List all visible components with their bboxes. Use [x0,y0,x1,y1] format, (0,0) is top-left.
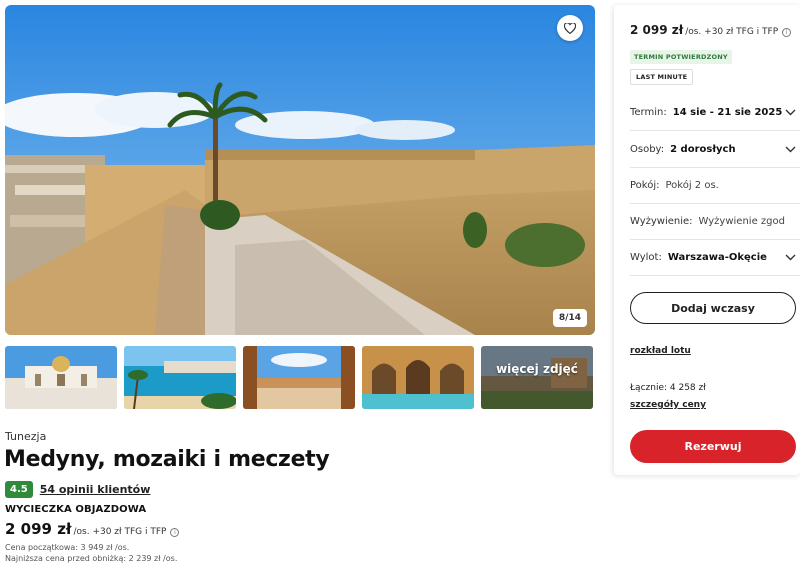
lowest-price-note: Najniższa cena przed obniżką: 2 239 zł /… [5,554,178,563]
reviews-link[interactable]: 54 opinii klientów [40,483,151,496]
price-value: 2 099 zł [5,520,72,538]
term-select[interactable]: Termin: 14 sie - 21 sie 2025 [630,95,800,131]
thumbnail-beach[interactable] [124,346,236,409]
fortress-photo [5,5,595,335]
departure-label: Wylot: [630,252,662,263]
persons-select[interactable]: Osoby: 2 dorosłych [630,132,800,168]
persons-value: 2 dorosłych [670,144,736,155]
country-label: Tunezja [5,430,47,443]
term-label: Termin: [630,107,667,118]
term-value: 14 sie - 21 sie 2025 [672,107,783,118]
chevron-down-icon [785,108,796,119]
main-photo[interactable]: 8/14 [5,5,595,335]
thumbnail-more-photos[interactable]: więcej zdjęć [481,346,593,409]
price-details-link[interactable]: szczegóły ceny [630,400,706,410]
heart-icon [564,22,576,34]
departure-value: Warszawa-Okęcie [667,252,767,263]
persons-label: Osoby: [630,144,665,155]
panel-price-suffix: /os. +30 zł TFG i TFP [685,27,779,37]
page-title: Medyny, mozaiki i meczety [4,447,330,472]
reserve-button[interactable]: Rezerwuj [630,430,796,463]
confirmed-badge: TERMIN POTWIERDZONY [630,50,732,64]
booking-panel: 2 099 zł /os. +30 zł TFG i TFP i TERMIN … [614,5,800,475]
panel-price-row: 2 099 zł /os. +30 zł TFG i TFP i [630,23,792,37]
add-vacation-button[interactable]: Dodaj wczasy [630,292,796,324]
photo-counter: 8/14 [552,309,587,327]
trip-type-label: WYCIECZKA OBJAZDOWA [5,504,147,515]
last-minute-badge: LAST MINUTE [630,69,694,85]
price-suffix: /os. +30 zł TFG i TFP [73,527,167,537]
rating-badge: 4.5 [5,481,33,498]
more-photos-label: więcej zdjęć [496,362,578,376]
board-value: Wyżywienie zgodnie z programem [698,216,785,227]
board-label: Wyżywienie: [630,216,693,227]
info-icon[interactable]: i [170,528,180,537]
favorite-button[interactable] [557,15,583,41]
room-select[interactable]: Pokój: Pokój 2 os. [630,168,800,204]
board-select[interactable]: Wyżywienie: Wyżywienie zgodnie z program… [630,204,800,240]
initial-price-note: Cena początkowa: 3 949 zł /os. [5,543,130,552]
chevron-down-icon [785,145,796,156]
thumbnail-strip: więcej zdjęć [5,346,595,409]
panel-price-value: 2 099 zł [630,23,684,37]
total-price: Łącznie: 4 258 zł [630,383,706,393]
thumbnail-mausoleum[interactable] [5,346,117,409]
price-row: 2 099 zł /os. +30 zł TFG i TFP i [5,520,180,538]
chevron-down-icon [785,253,796,264]
info-icon[interactable]: i [782,28,792,37]
thumbnail-baths[interactable] [362,346,474,409]
departure-select[interactable]: Wylot: Warszawa-Okęcie [630,240,800,276]
thumbnail-arches[interactable] [243,346,355,409]
rating-row: 4.5 54 opinii klientów [5,481,150,498]
room-value: Pokój 2 os. [665,180,719,191]
flight-schedule-link[interactable]: rozkład lotu [630,346,691,356]
room-label: Pokój: [630,180,660,191]
